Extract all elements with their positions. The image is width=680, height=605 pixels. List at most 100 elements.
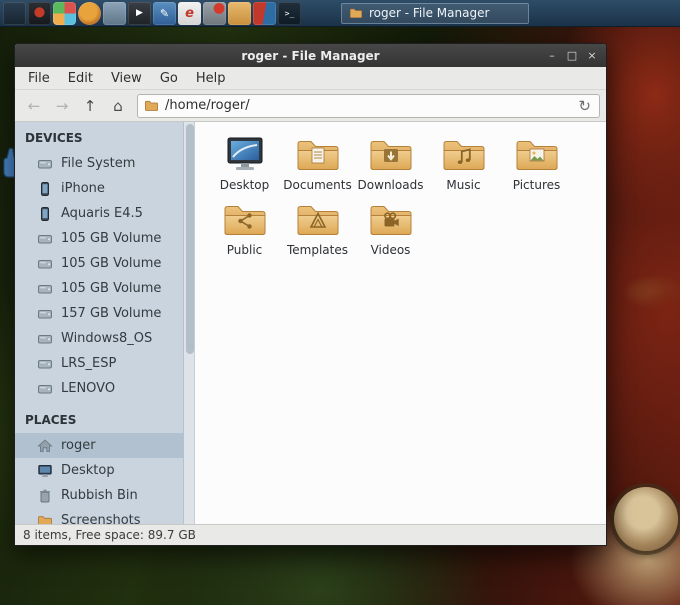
sidebar-item-volume-2[interactable]: 105 GB Volume xyxy=(15,251,183,276)
file-label: Templates xyxy=(286,243,348,257)
app-grid-icon[interactable] xyxy=(53,1,76,25)
documents-folder-icon xyxy=(294,135,342,175)
maximize-button[interactable]: □ xyxy=(564,48,580,64)
home-button[interactable]: ⌂ xyxy=(105,94,131,118)
file-label: Desktop xyxy=(219,178,270,192)
launcher-glyph: ▶ xyxy=(136,8,143,18)
sidebar-item-iphone[interactable]: iPhone xyxy=(15,176,183,201)
places-header: PLACES xyxy=(25,413,77,427)
menu-edit[interactable]: Edit xyxy=(59,69,102,88)
drive-icon xyxy=(37,306,53,322)
up-button[interactable]: ↑ xyxy=(77,94,103,118)
sidebar-item-desktop[interactable]: Desktop xyxy=(15,458,183,483)
menu-view[interactable]: View xyxy=(102,69,151,88)
forward-button[interactable]: → xyxy=(49,94,75,118)
public-folder-icon xyxy=(221,200,269,240)
path-input[interactable] xyxy=(165,98,571,113)
sidebar-item-label: Aquaris E4.5 xyxy=(61,206,143,221)
file-item-videos[interactable]: Videos xyxy=(354,200,427,257)
menubar: File Edit View Go Help xyxy=(15,67,606,90)
file-label: Documents xyxy=(283,178,352,192)
window-title: roger - File Manager xyxy=(241,48,380,63)
web-icon[interactable]: e xyxy=(178,1,201,25)
desktop-icon xyxy=(227,137,262,170)
reload-icon[interactable]: ↻ xyxy=(576,97,593,115)
browser-icon[interactable] xyxy=(78,1,101,25)
phone-icon xyxy=(37,206,53,222)
drive-icon xyxy=(37,256,53,272)
sidebar-item-roger[interactable]: roger xyxy=(15,433,183,458)
launcher-glyph: ✎ xyxy=(159,6,170,20)
close-button[interactable]: × xyxy=(584,48,600,64)
package-icon[interactable] xyxy=(203,1,226,25)
sidebar-item-screenshots[interactable]: Screenshots xyxy=(15,508,183,524)
scrollbar-thumb[interactable] xyxy=(186,124,194,354)
file-item-public[interactable]: Public xyxy=(208,200,281,257)
menu-help[interactable]: Help xyxy=(187,69,235,88)
videos-folder-icon xyxy=(367,200,415,240)
sidebar-item-volume-3[interactable]: 105 GB Volume xyxy=(15,276,183,301)
wallpaper-emblem xyxy=(614,487,678,551)
media-player-icon[interactable]: ▶ xyxy=(128,1,151,25)
file-item-pictures[interactable]: Pictures xyxy=(500,135,573,192)
sidebar-item-label: File System xyxy=(61,156,136,171)
path-bar[interactable]: ↻ xyxy=(137,93,600,118)
text-editor-icon[interactable]: ✎ xyxy=(153,1,176,25)
files-icon[interactable] xyxy=(228,1,251,25)
launcher-glyph: >_ xyxy=(284,8,295,18)
sidebar-item-label: LRS_ESP xyxy=(61,356,117,371)
mail-icon[interactable] xyxy=(103,1,126,25)
file-label: Downloads xyxy=(357,178,424,192)
file-item-desktop[interactable]: Desktop xyxy=(208,135,281,192)
taskbar-item-file-manager[interactable]: roger - File Manager xyxy=(341,2,529,24)
sidebar-item-lrs-esp[interactable]: LRS_ESP xyxy=(15,351,183,376)
folder-icon xyxy=(144,98,159,113)
pictures-folder-icon xyxy=(513,135,561,175)
media-center-icon[interactable] xyxy=(253,1,276,25)
back-button[interactable]: ← xyxy=(21,94,47,118)
drive-icon xyxy=(37,231,53,247)
drive-icon xyxy=(37,156,53,172)
statusbar-text: 8 items, Free space: 89.7 GB xyxy=(23,528,196,542)
desktop-icon xyxy=(37,463,53,479)
drive-icon xyxy=(37,281,53,297)
sidebar-item-lenovo[interactable]: LENOVO xyxy=(15,376,183,401)
window-content: DEVICES File System iPhone Aquaris E4.5 … xyxy=(15,122,606,524)
sidebar-item-label: 157 GB Volume xyxy=(61,306,162,321)
menu-go[interactable]: Go xyxy=(151,69,187,88)
sidebar-item-label: 105 GB Volume xyxy=(61,256,162,271)
statusbar: 8 items, Free space: 89.7 GB xyxy=(15,524,606,545)
file-label: Public xyxy=(226,243,263,257)
file-item-music[interactable]: Music xyxy=(427,135,500,192)
sidebar-item-label: Rubbish Bin xyxy=(61,488,138,503)
folder-icon xyxy=(349,6,363,20)
sidebar-item-rubbish-bin[interactable]: Rubbish Bin xyxy=(15,483,183,508)
sidebar-item-file-system[interactable]: File System xyxy=(15,151,183,176)
sidebar-item-windows8-os[interactable]: Windows8_OS xyxy=(15,326,183,351)
drive-icon xyxy=(37,356,53,372)
titlebar[interactable]: roger - File Manager – □ × xyxy=(15,44,606,67)
screen-icon[interactable] xyxy=(3,1,26,25)
file-item-templates[interactable]: Templates xyxy=(281,200,354,257)
sidebar-item-aquaris[interactable]: Aquaris E4.5 xyxy=(15,201,183,226)
templates-folder-icon xyxy=(294,200,342,240)
sidebar-item-label: 105 GB Volume xyxy=(61,281,162,296)
home-icon xyxy=(37,438,53,454)
toolbar: ← → ↑ ⌂ ↻ xyxy=(15,90,606,122)
sidebar-item-label: Desktop xyxy=(61,463,115,478)
terminal-icon[interactable]: >_ xyxy=(278,1,301,25)
sidebar-item-label: iPhone xyxy=(61,181,105,196)
sidebar: DEVICES File System iPhone Aquaris E4.5 … xyxy=(15,122,183,524)
sidebar-item-label: roger xyxy=(61,438,96,453)
file-view: Desktop Documents Downloads Music Pictur… xyxy=(195,122,606,524)
sidebar-item-volume-1[interactable]: 105 GB Volume xyxy=(15,226,183,251)
sidebar-scrollbar[interactable] xyxy=(183,122,195,524)
phone-icon xyxy=(37,181,53,197)
menu-file[interactable]: File xyxy=(19,69,59,88)
file-item-downloads[interactable]: Downloads xyxy=(354,135,427,192)
minimize-button[interactable]: – xyxy=(544,48,560,64)
folder-icon xyxy=(37,513,53,525)
sidebar-item-volume-4[interactable]: 157 GB Volume xyxy=(15,301,183,326)
power-icon[interactable] xyxy=(28,1,51,25)
file-item-documents[interactable]: Documents xyxy=(281,135,354,192)
